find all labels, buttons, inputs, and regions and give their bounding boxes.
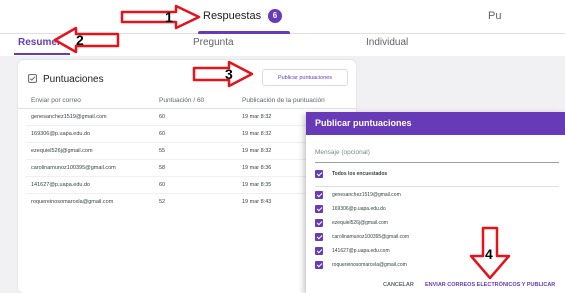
checkbox-checked-icon[interactable]: [315, 191, 323, 199]
scores-card-header: Puntuaciones: [28, 70, 104, 88]
row-email: roquereinosomarcela@gmail.com: [31, 199, 114, 205]
responses-count-badge: 6: [268, 9, 282, 23]
tab-partial[interactable]: Pu: [488, 10, 501, 22]
recipient-item[interactable]: roquereinosomarcela@gmail.com: [315, 260, 407, 270]
recipient-item[interactable]: carolinamunoz100395@gmail.com: [315, 232, 409, 242]
publish-scores-dialog: Publicar puntuaciones Mensaje (opcional)…: [306, 112, 565, 293]
row-score: 58: [159, 165, 166, 171]
row-published: 19 mar 8:32: [242, 131, 272, 137]
dialog-divider: [315, 186, 559, 187]
checkbox-checked-icon[interactable]: [315, 219, 323, 227]
row-published: 19 mar 8:32: [242, 114, 272, 120]
dialog-header: Publicar puntuaciones: [306, 112, 565, 135]
row-score: 60: [159, 182, 166, 188]
row-email: ezequiel526j@gmail.com: [31, 148, 93, 154]
recipient-email: carolinamunoz100395@gmail.com: [332, 234, 410, 240]
checkbox-checked-icon[interactable]: [315, 205, 323, 213]
recipient-email: ezequiel526j@gmail.com: [332, 220, 388, 226]
row-published: 19 mar 8:32: [242, 148, 272, 154]
recipient-email: 141627@p.uapa.edu.com: [332, 248, 390, 254]
row-email: 141627@p.uapa.edu.do: [31, 182, 91, 188]
recipient-item[interactable]: genesanchez1519@gmail.com: [315, 190, 401, 200]
step-number-1: 1: [165, 9, 173, 25]
step-number-4: 4: [485, 246, 493, 262]
step-number-3: 3: [225, 66, 233, 82]
column-header-score: Puntuación / 60: [159, 97, 205, 104]
row-published: 19 mar 8:35: [242, 182, 272, 188]
column-header-published: Publicación de la puntuación: [242, 97, 325, 104]
row-published: 19 mar 8:43: [242, 199, 272, 205]
recipient-email: genesanchez1519@gmail.com: [332, 192, 401, 198]
checkbox-checked-icon[interactable]: [315, 247, 323, 255]
recipient-item[interactable]: ezequiel526j@gmail.com: [315, 218, 388, 228]
message-input[interactable]: Mensaje (opcional): [315, 149, 559, 163]
dialog-title: Publicar puntuaciones: [315, 118, 412, 128]
send-and-publish-button[interactable]: ENVIAR CORREOS ELECTRÓNICOS Y PUBLICAR: [425, 282, 555, 288]
row-score: 60: [159, 131, 166, 137]
column-header-email: Enviar por correo: [31, 97, 81, 104]
step-number-2: 2: [76, 32, 84, 48]
sub-tab-bar: Resumen Pregunta Individual: [0, 34, 565, 56]
subtab-summary[interactable]: Resumen: [18, 37, 63, 48]
checkbox-checked-icon[interactable]: [315, 170, 323, 178]
recipient-email: 169306@p.uapa.edu.do: [332, 206, 386, 212]
top-tab-bar: Respuestas 6 Pu: [0, 0, 565, 34]
select-all-label: Todos los encuestados: [332, 171, 388, 177]
row-email: genesanchez1519@gmail.com: [31, 114, 107, 120]
subtab-question[interactable]: Pregunta: [193, 37, 234, 48]
publish-scores-button[interactable]: Publicar puntuaciones: [262, 69, 348, 86]
row-email: carolinamunoz100395@gmail.com: [31, 165, 116, 171]
scores-title: Puntuaciones: [43, 73, 104, 85]
row-score: 52: [159, 199, 166, 205]
recipient-item[interactable]: 169306@p.uapa.edu.do: [315, 204, 386, 214]
active-subtab-indicator: [14, 53, 70, 55]
checkbox-checked-icon[interactable]: [315, 233, 323, 241]
subtab-individual[interactable]: Individual: [366, 37, 408, 48]
select-all-respondents[interactable]: Todos los encuestados: [315, 169, 387, 179]
recipient-email: roquereinosomarcela@gmail.com: [332, 262, 407, 268]
row-score: 55: [159, 148, 166, 154]
recipient-item[interactable]: 141627@p.uapa.edu.com: [315, 246, 390, 256]
row-email: 169306@p.uapa.edu.do: [31, 131, 91, 137]
checkbox-square-icon: [28, 70, 37, 88]
cancel-button[interactable]: CANCELAR: [383, 282, 414, 288]
tab-responses[interactable]: Respuestas: [203, 10, 261, 22]
checkbox-checked-icon[interactable]: [315, 261, 323, 269]
row-published: 19 mar 8:36: [242, 165, 272, 171]
row-score: 60: [159, 114, 166, 120]
